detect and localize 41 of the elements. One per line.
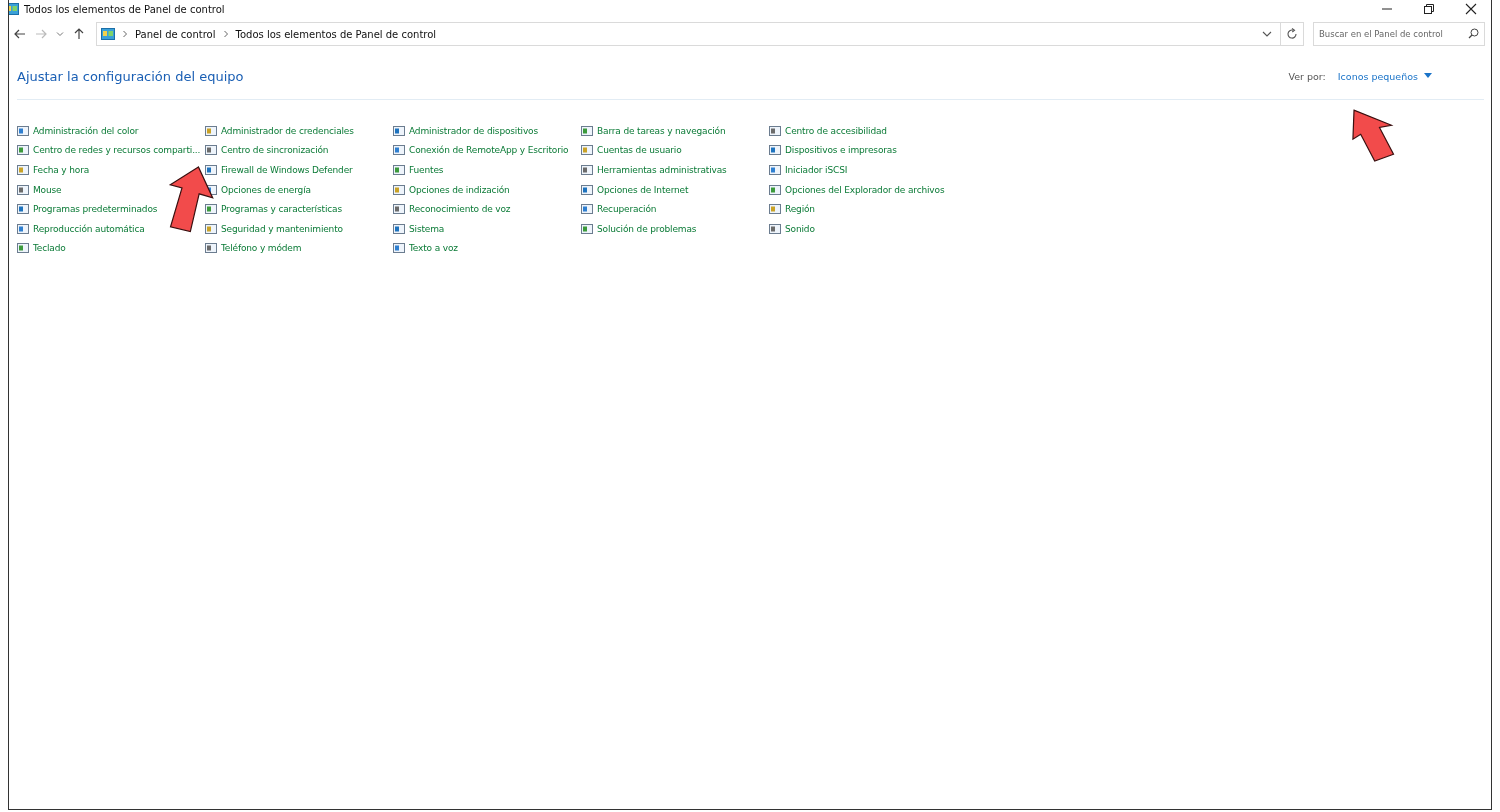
control-panel-link[interactable]: Programas predeterminados bbox=[33, 204, 158, 215]
control-panel-link[interactable]: Administración del color bbox=[33, 125, 139, 136]
control-panel-link[interactable]: Seguridad y mantenimiento bbox=[221, 223, 343, 234]
page-heading: Ajustar la configuración del equipo bbox=[17, 68, 244, 84]
control-panel-link[interactable]: Teléfono y módem bbox=[221, 243, 302, 254]
window-title: Todos los elementos de Panel de control bbox=[24, 3, 225, 15]
control-panel-link[interactable]: Centro de sincronización bbox=[221, 145, 329, 156]
control-panel-link[interactable]: Opciones de indización bbox=[409, 184, 510, 195]
control-panel-link[interactable]: Región bbox=[785, 204, 815, 215]
control-panel-link[interactable]: Programas y características bbox=[221, 204, 342, 215]
control-panel-link[interactable]: Fecha y hora bbox=[33, 165, 90, 175]
control-panel-link[interactable]: Solución de problemas bbox=[597, 223, 697, 234]
view-by-dropdown[interactable]: Iconos pequeños bbox=[1337, 70, 1418, 82]
control-panel-link[interactable]: Sistema bbox=[409, 223, 445, 234]
control-panel-link[interactable]: Herramientas administrativas bbox=[597, 165, 727, 175]
control-panel-link[interactable]: Opciones del Explorador de archivos bbox=[785, 184, 945, 195]
control-panel-link[interactable]: Barra de tareas y navegación bbox=[597, 125, 726, 136]
control-panel-link[interactable]: Mouse bbox=[33, 184, 62, 195]
breadcrumb[interactable]: Todos los elementos de Panel de control bbox=[235, 28, 437, 40]
control-panel-link[interactable]: Opciones de Internet bbox=[597, 184, 689, 195]
control-panel-link[interactable]: Firewall de Windows Defender bbox=[221, 165, 353, 175]
control-panel-link[interactable]: Centro de accesibilidad bbox=[785, 125, 887, 136]
control-panel-link[interactable]: Recuperación bbox=[597, 204, 657, 215]
control-panel-link[interactable]: Fuentes bbox=[409, 165, 444, 175]
control-panel-link[interactable]: Reproducción automática bbox=[33, 223, 145, 234]
control-panel-link[interactable]: Texto a voz bbox=[409, 243, 458, 254]
control-panel-link[interactable]: Teclado bbox=[33, 243, 66, 254]
control-panel-link[interactable]: Conexión de RemoteApp y Escritorio bbox=[409, 145, 569, 156]
control-panel-link[interactable]: Administrador de dispositivos bbox=[409, 125, 539, 136]
address-bar[interactable]: Panel de control Todos los elementos de Panel de control bbox=[96, 22, 1281, 46]
control-panel-link[interactable]: Administrador de credenciales bbox=[221, 125, 354, 136]
control-panel-link[interactable]: Iniciador iSCSI bbox=[785, 165, 848, 175]
search-field[interactable]: Buscar en el Panel de control bbox=[1313, 22, 1485, 46]
control-panel-link[interactable]: Centro de redes y recursos comparti... bbox=[33, 145, 201, 156]
control-panel-link[interactable]: Sonido bbox=[785, 223, 815, 234]
breadcrumb[interactable]: Panel de control bbox=[135, 28, 216, 40]
control-panel-link[interactable]: Cuentas de usuario bbox=[597, 145, 682, 156]
view-by-label: Ver por: bbox=[1288, 70, 1326, 82]
control-panel-link[interactable]: Dispositivos e impresoras bbox=[785, 145, 897, 156]
control-panel-link[interactable]: Reconocimiento de voz bbox=[409, 204, 511, 215]
control-panel-link[interactable]: Opciones de energía bbox=[221, 184, 311, 195]
